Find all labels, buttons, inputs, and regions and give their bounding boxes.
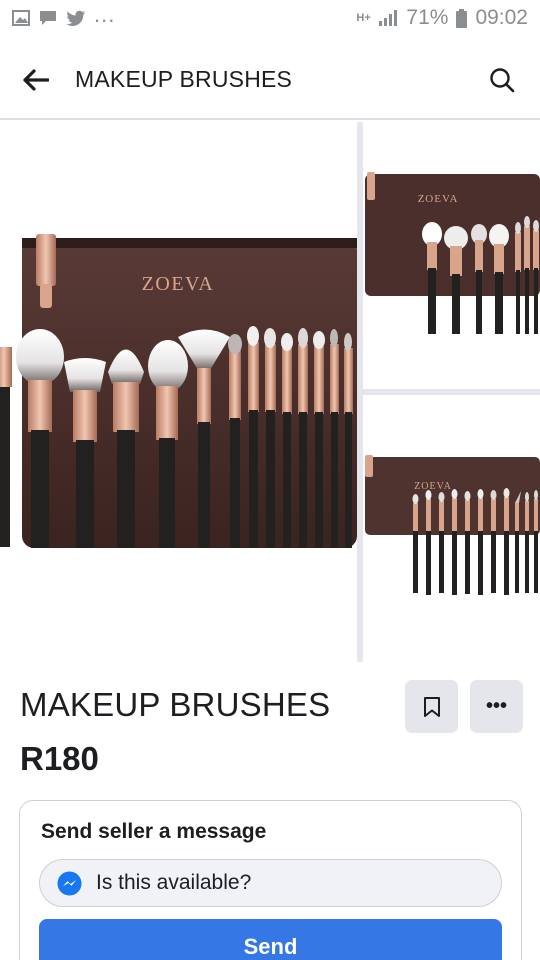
listing-title: MAKEUP BRUSHES (20, 686, 331, 723)
listing-price: R180 (20, 740, 99, 777)
system-status: H+ 71% 09:02 (356, 6, 528, 30)
pouch-brand-logo: ZOEVA (142, 273, 215, 295)
image-icon (12, 10, 30, 26)
chat-icon (40, 11, 56, 25)
photo-gallery: ZOEVA ZOEVA ZOEVA (0, 122, 540, 662)
message-card-heading: Send seller a message (41, 820, 267, 843)
save-button[interactable] (405, 680, 458, 733)
battery-percent: 71% (406, 6, 449, 29)
search-icon (490, 68, 515, 93)
message-input-wrapper[interactable] (39, 859, 502, 907)
more-options-button[interactable]: ••• (470, 680, 523, 733)
message-input[interactable] (96, 871, 476, 895)
search-button[interactable] (484, 62, 520, 98)
messenger-icon (57, 871, 82, 896)
message-seller-card: Send seller a message Send (19, 800, 522, 960)
thumbnail-photo[interactable]: ZOEVA (363, 395, 540, 662)
thumb1-brand-logo: ZOEVA (418, 193, 459, 205)
status-bar: ... H+ 71% 09:02 (0, 0, 540, 40)
page-title: MAKEUP BRUSHES (75, 66, 293, 92)
back-button[interactable] (18, 62, 54, 98)
battery-icon (456, 8, 468, 28)
brush-set-photo: ZOEVA (0, 234, 357, 548)
send-button[interactable]: Send (39, 919, 502, 960)
network-type: H+ (356, 12, 371, 24)
signal-icon (379, 10, 398, 26)
bookmark-icon (423, 696, 440, 717)
top-nav: MAKEUP BRUSHES (0, 40, 540, 120)
brush-set-thumb-1: ZOEVA (365, 172, 540, 334)
twitter-icon (66, 10, 85, 26)
arrow-left-icon (23, 69, 49, 91)
overflow-dots: ... (94, 2, 116, 27)
brush-set-thumb-2: ZOEVA (365, 455, 540, 595)
clock: 09:02 (475, 6, 528, 29)
thumbnail-photo[interactable]: ZOEVA (363, 122, 540, 389)
notification-icons: ... (12, 2, 115, 28)
thumb2-brand-logo: ZOEVA (414, 481, 452, 492)
main-photo[interactable]: ZOEVA (0, 122, 357, 662)
